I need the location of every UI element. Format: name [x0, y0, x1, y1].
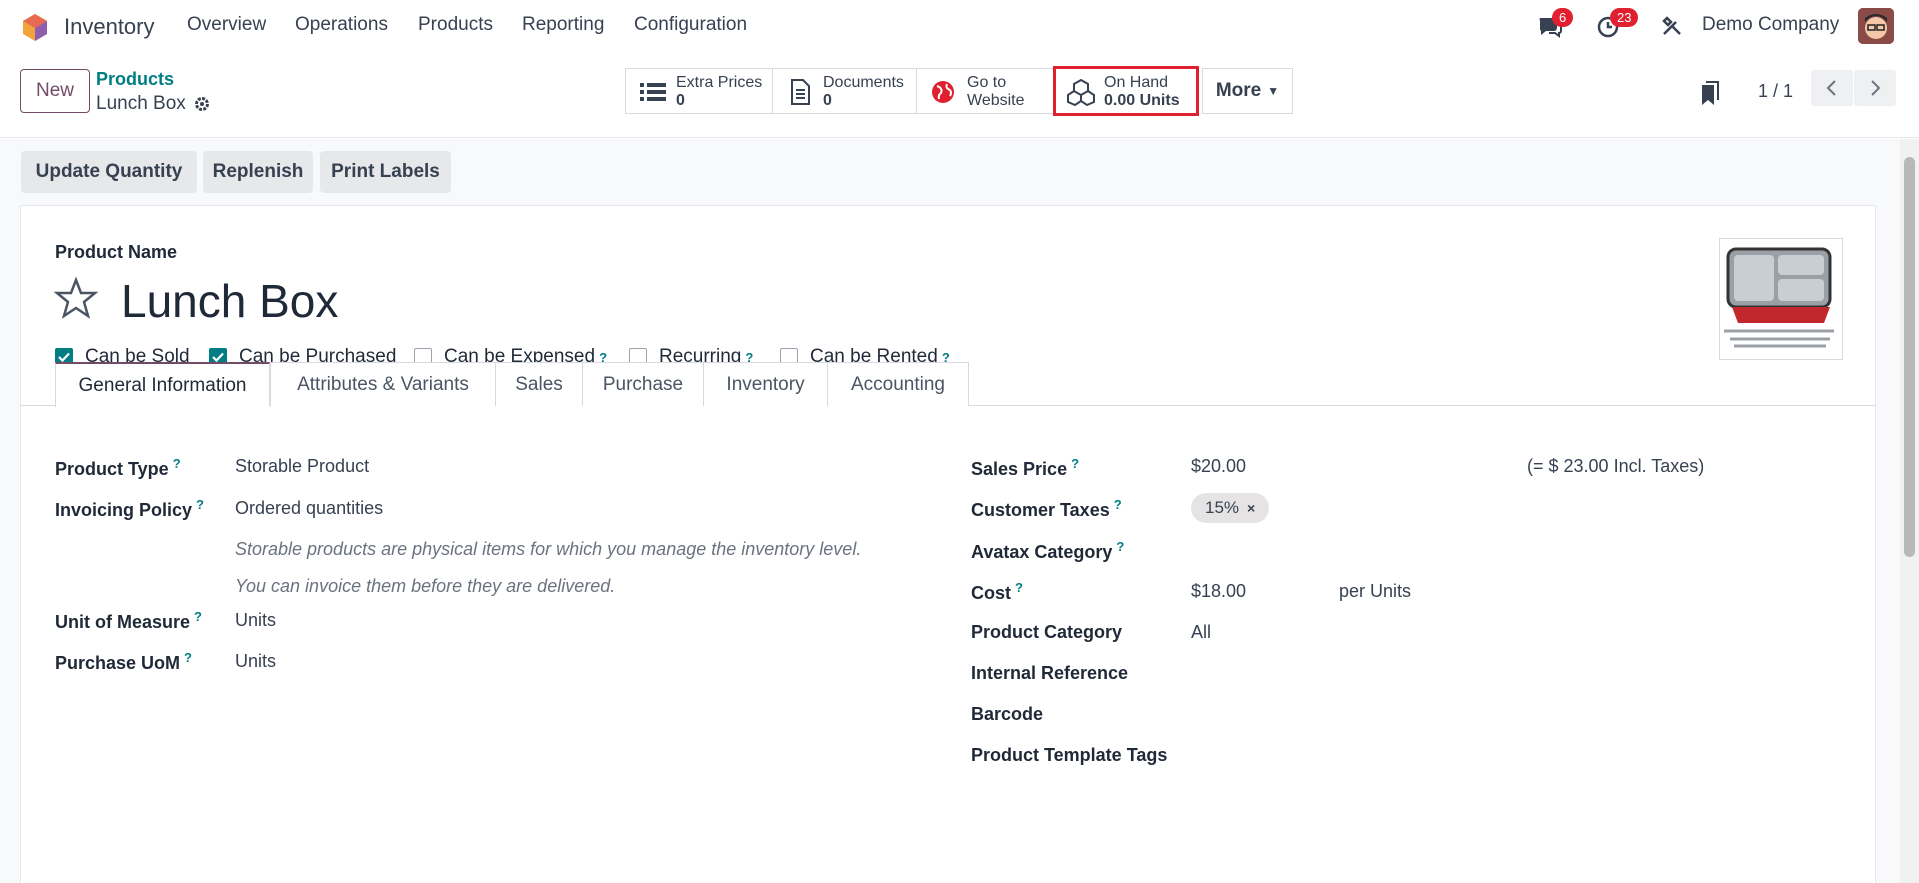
- caret-down-icon: ▼: [1267, 84, 1280, 98]
- website-label: Website: [967, 92, 1025, 109]
- next-record-button[interactable]: [1854, 70, 1896, 106]
- barcode-label: Barcode: [971, 704, 1044, 724]
- sales-price-input[interactable]: $20.00: [1191, 456, 1246, 477]
- form-sheet: Product Name Lunch Box Can be Sold Can b…: [20, 205, 1876, 883]
- breadcrumb-products[interactable]: Products: [96, 69, 174, 90]
- storable-note-2: You can invoice them before they are del…: [235, 576, 616, 596]
- help-icon[interactable]: ?: [196, 497, 204, 512]
- product-template-tags-label: Product Template Tags: [971, 745, 1168, 765]
- globe-icon: [932, 81, 954, 103]
- go-to-website-button[interactable]: Go to Website: [916, 68, 1054, 114]
- tab-inventory[interactable]: Inventory: [703, 362, 828, 406]
- product-type-label: Product Type?: [55, 456, 181, 479]
- customer-taxes-label: Customer Taxes?: [971, 497, 1122, 520]
- incl-taxes-text: (= $ 23.00 Incl. Taxes): [1527, 456, 1705, 476]
- messages-badge: 6: [1552, 8, 1574, 27]
- documents-button[interactable]: Documents 0: [772, 68, 917, 114]
- extra-prices-button[interactable]: Extra Prices 0: [625, 68, 773, 114]
- tax-tag[interactable]: 15% ×: [1191, 493, 1270, 523]
- breadcrumb-current: Lunch Box: [96, 93, 186, 114]
- company-switcher[interactable]: Demo Company: [1702, 14, 1839, 36]
- cost-input[interactable]: $18.00: [1191, 581, 1246, 602]
- tab-sales[interactable]: Sales: [495, 362, 583, 406]
- help-icon[interactable]: ?: [1071, 456, 1079, 471]
- help-icon[interactable]: ?: [1015, 580, 1023, 595]
- tools-icon[interactable]: [1658, 12, 1686, 40]
- cubes-icon: [1067, 78, 1095, 106]
- menu-products[interactable]: Products: [418, 14, 493, 36]
- menu-reporting[interactable]: Reporting: [522, 14, 604, 36]
- scrollbar[interactable]: [1900, 139, 1919, 883]
- uom-label: Unit of Measure?: [55, 609, 202, 632]
- print-labels-button[interactable]: Print Labels: [320, 151, 451, 193]
- menu-overview[interactable]: Overview: [187, 14, 266, 36]
- uom-field[interactable]: Units: [235, 610, 276, 631]
- storable-note-1: Storable products are physical items for…: [235, 539, 862, 559]
- pager-value[interactable]: 1 / 1: [1758, 81, 1793, 102]
- help-icon[interactable]: ?: [184, 650, 192, 665]
- documents-count: 0: [823, 92, 832, 109]
- menu-operations[interactable]: Operations: [295, 14, 388, 36]
- extra-prices-label: Extra Prices: [676, 74, 763, 91]
- product-category-label: Product Category: [971, 622, 1123, 642]
- close-icon[interactable]: ×: [1247, 500, 1255, 516]
- help-icon[interactable]: ?: [194, 609, 202, 624]
- tab-general-information[interactable]: General Information: [55, 362, 270, 407]
- chevron-left-icon: [1826, 80, 1836, 96]
- list-icon: [640, 83, 666, 101]
- product-category-field[interactable]: All: [1191, 622, 1211, 643]
- menu-configuration[interactable]: Configuration: [634, 14, 747, 36]
- chevron-right-icon: [1871, 80, 1881, 96]
- app-name[interactable]: Inventory: [64, 14, 155, 40]
- cost-unit-text: per Units: [1339, 581, 1412, 601]
- activities-badge: 23: [1610, 8, 1639, 27]
- product-type-select[interactable]: Storable Product: [235, 456, 369, 477]
- control-panel: New Products Lunch Box Extra Prices 0 Do…: [0, 53, 1919, 138]
- tab-purchase[interactable]: Purchase: [582, 362, 704, 406]
- product-name-input[interactable]: Lunch Box: [121, 274, 338, 328]
- internal-reference-label: Internal Reference: [971, 663, 1129, 683]
- bookmark-icon[interactable]: [1698, 81, 1720, 107]
- more-label: More: [1215, 80, 1262, 101]
- tax-tag-label: 15%: [1205, 498, 1240, 517]
- form-content: Update Quantity Replenish Print Labels P…: [0, 139, 1900, 883]
- on-hand-value: 0.00 Units: [1104, 92, 1180, 109]
- star-icon[interactable]: [54, 276, 98, 320]
- tab-attributes-variants[interactable]: Attributes & Variants: [270, 362, 496, 406]
- documents-label: Documents: [823, 74, 904, 91]
- update-quantity-button[interactable]: Update Quantity: [21, 151, 197, 193]
- previous-record-button[interactable]: [1811, 70, 1853, 106]
- invoicing-policy-label: Invoicing Policy?: [55, 497, 204, 520]
- sales-price-label: Sales Price?: [971, 456, 1080, 479]
- document-icon: [791, 79, 810, 105]
- purchase-uom-label: Purchase UoM?: [55, 650, 192, 673]
- on-hand-button[interactable]: On Hand 0.00 Units: [1053, 66, 1199, 116]
- product-name-label: Product Name: [55, 242, 178, 262]
- go-to-label: Go to: [967, 74, 1007, 91]
- more-dropdown-button[interactable]: More ▼: [1202, 68, 1293, 114]
- user-avatar[interactable]: [1858, 8, 1894, 44]
- avatax-category-label: Avatax Category?: [971, 539, 1125, 562]
- notebook-tabs: General Information Attributes & Variant…: [21, 362, 1875, 407]
- tab-accounting[interactable]: Accounting: [827, 362, 969, 406]
- cost-label: Cost?: [971, 580, 1023, 603]
- extra-prices-count: 0: [676, 92, 685, 109]
- top-navbar: Inventory Overview Operations Products R…: [0, 0, 1919, 53]
- inventory-app-icon[interactable]: [20, 12, 50, 42]
- help-icon[interactable]: ?: [173, 456, 181, 471]
- help-icon[interactable]: ?: [1114, 497, 1122, 512]
- product-image[interactable]: [1719, 238, 1843, 360]
- gear-icon[interactable]: [193, 95, 211, 113]
- purchase-uom-field[interactable]: Units: [235, 651, 276, 672]
- invoicing-policy-select[interactable]: Ordered quantities: [235, 498, 383, 519]
- new-button[interactable]: New: [20, 69, 90, 113]
- scroll-thumb[interactable]: [1904, 157, 1915, 557]
- replenish-button[interactable]: Replenish: [203, 151, 313, 193]
- on-hand-label: On Hand: [1104, 74, 1169, 91]
- help-icon[interactable]: ?: [1116, 539, 1124, 554]
